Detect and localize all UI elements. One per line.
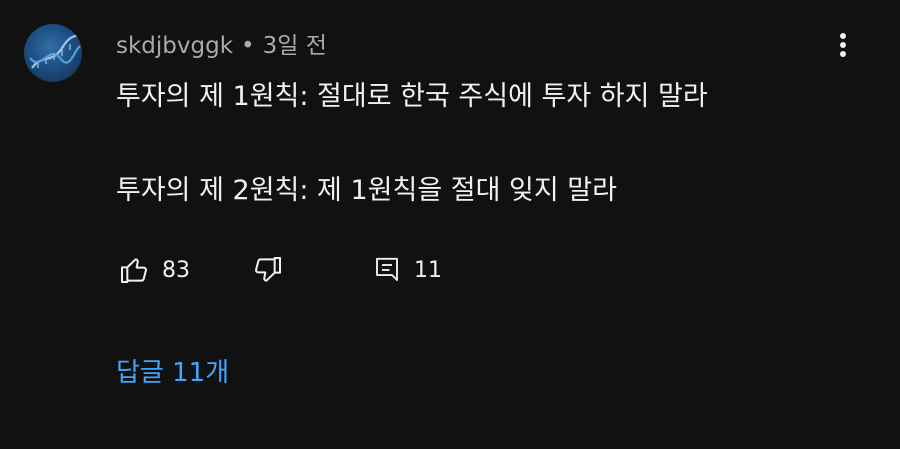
timestamp[interactable]: 3일 전: [263, 33, 327, 59]
comment-actions: 83 11: [116, 252, 496, 288]
comment-icon: [376, 257, 398, 281]
like-count: 83: [162, 257, 190, 283]
meta-separator: •: [241, 33, 255, 59]
comment-thread: skdjbvggk • 3일 전 투자의 제 1원칙: 절대로 한국 주식에 투자 …: [0, 0, 900, 449]
reply-button[interactable]: 11: [372, 252, 442, 288]
comment-text-line-1: 투자의 제 1원칙: 절대로 한국 주식에 투자 하지 말라: [116, 81, 708, 112]
username[interactable]: skdjbvggk: [116, 33, 233, 59]
dislike-button[interactable]: [252, 252, 284, 288]
reply-count: 11: [414, 257, 442, 283]
comment-text-line-2: 투자의 제 2원칙: 제 1원칙을 절대 잊지 말라: [116, 175, 617, 206]
view-replies-link[interactable]: 답글 11개: [116, 352, 229, 389]
dna-avatar-icon: [29, 33, 81, 69]
thumbs-down-icon: [255, 257, 281, 282]
like-button[interactable]: 83: [118, 252, 190, 288]
avatar[interactable]: [24, 24, 82, 82]
thumbs-up-icon: [121, 258, 147, 283]
more-options-button[interactable]: [826, 28, 860, 62]
more-vert-icon: [840, 33, 846, 57]
comment-meta: skdjbvggk • 3일 전: [116, 26, 327, 60]
